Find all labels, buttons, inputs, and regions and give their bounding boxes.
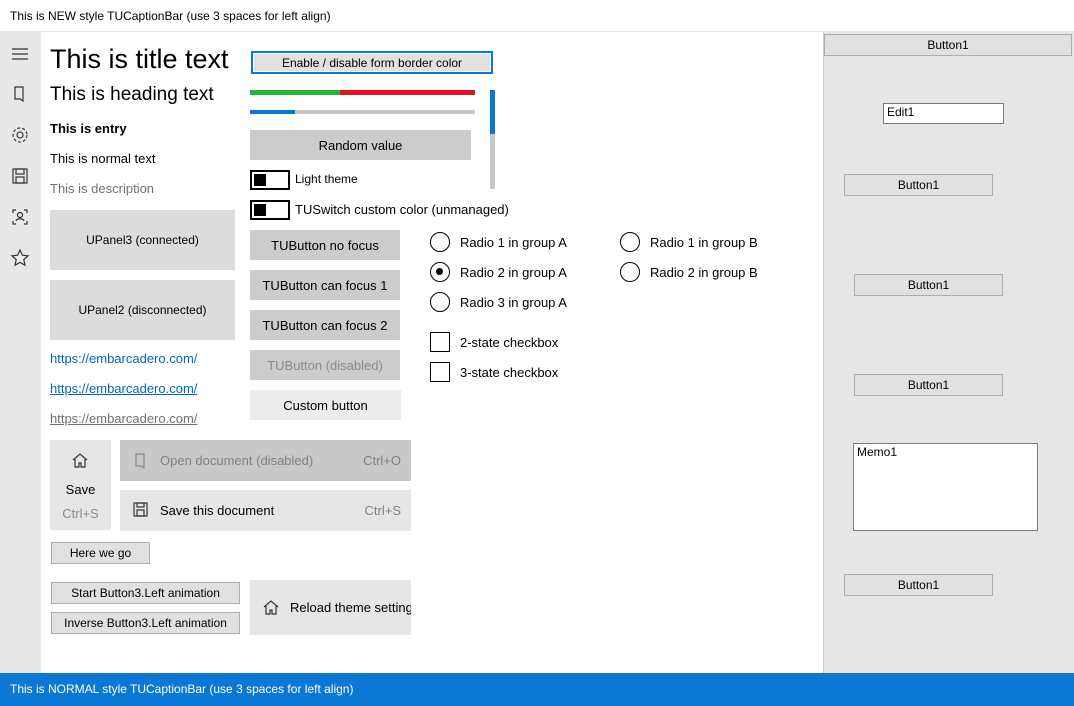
caption-bar-top[interactable]: This is NEW style TUCaptionBar (use 3 sp… [0, 0, 1074, 32]
radio-3-group-a-label: Radio 3 in group A [460, 295, 567, 310]
star-icon[interactable] [10, 248, 30, 268]
radio-3-group-a[interactable] [430, 292, 450, 312]
hamburger-icon[interactable] [10, 44, 30, 64]
link-hover[interactable]: https://embarcadero.com/ [50, 381, 197, 396]
custom-button-label: Custom button [283, 397, 368, 413]
normal-text: This is normal text [50, 151, 156, 166]
radio-1-group-b-label: Radio 1 in group B [650, 235, 758, 250]
right-button-2[interactable]: Button1 [854, 274, 1003, 296]
reload-theme-label: Reload theme setting [290, 600, 411, 615]
tubutton-disabled[interactable]: TUButton (disabled) [250, 350, 400, 380]
here-we-go-button[interactable]: Here we go [51, 542, 150, 564]
tubutton-disabled-label: TUButton (disabled) [267, 357, 383, 373]
custom-color-switch-label: TUSwitch custom color (unmanaged) [295, 202, 509, 217]
start-animation-label: Start Button3.Left animation [71, 586, 220, 600]
edit1-value: Edit1 [887, 105, 915, 119]
right-button-2-label: Button1 [907, 278, 950, 292]
radio-2-group-a-label: Radio 2 in group A [460, 265, 567, 280]
radio-2-group-b[interactable] [620, 262, 640, 282]
memo1-textarea[interactable]: Memo1 [853, 443, 1038, 531]
tubutton-can-focus-2[interactable]: TUButton can focus 2 [250, 310, 400, 340]
checkbox-2-state[interactable] [430, 332, 450, 352]
radio-2-group-a[interactable] [430, 262, 450, 282]
tubutton-can-focus-1[interactable]: TUButton can focus 1 [250, 270, 400, 300]
home-icon [262, 599, 280, 617]
radio-2-group-b-label: Radio 2 in group B [650, 265, 758, 280]
description-text: This is description [50, 181, 155, 196]
document-icon[interactable] [10, 84, 30, 104]
upanel2: UPanel2 (disconnected) [50, 280, 235, 340]
save-tile-shortcut: Ctrl+S [62, 506, 99, 521]
title-text: This is title text [50, 44, 229, 74]
upanel3: UPanel3 (connected) [50, 210, 235, 270]
progress-bar-1 [250, 90, 475, 95]
entry-text: This is entry [50, 121, 127, 136]
custom-button[interactable]: Custom button [250, 390, 401, 420]
radio-1-group-a-label: Radio 1 in group A [460, 235, 567, 250]
save-tile-label: Save [65, 482, 96, 497]
open-document-button[interactable]: Open document (disabled) Ctrl+O [120, 440, 411, 481]
caption-bar-bottom[interactable]: This is NORMAL style TUCaptionBar (use 3… [0, 673, 1074, 706]
save-icon[interactable] [10, 166, 30, 186]
link-disabled[interactable]: https://embarcadero.com/ [50, 411, 197, 426]
document-icon [132, 452, 150, 470]
upanel2-label: UPanel2 (disconnected) [78, 303, 207, 317]
inverse-animation-label: Inverse Button3.Left animation [64, 616, 227, 630]
radio-1-group-a[interactable] [430, 232, 450, 252]
right-top-button[interactable]: Button1 [824, 34, 1072, 56]
reload-theme-button[interactable]: Reload theme setting [250, 580, 411, 635]
right-button-1[interactable]: Button1 [844, 174, 993, 196]
open-document-label: Open document (disabled) [160, 453, 314, 468]
save-tile-button[interactable]: Save Ctrl+S [50, 440, 111, 530]
tubutton-can-focus-1-label: TUButton can focus 1 [262, 277, 388, 293]
here-we-go-label: Here we go [69, 546, 132, 560]
progress-bar-2-fill [250, 110, 295, 114]
link-normal[interactable]: https://embarcadero.com/ [50, 351, 197, 366]
right-button-4[interactable]: Button1 [844, 574, 993, 596]
home-icon [71, 452, 89, 470]
light-theme-switch[interactable] [250, 170, 290, 190]
person-frame-icon[interactable] [10, 207, 30, 227]
gear-icon[interactable] [10, 125, 30, 145]
edit1-input[interactable]: Edit1 [883, 103, 1004, 124]
radio-selected-dot [436, 268, 443, 275]
checkbox-3-state-label: 3-state checkbox [460, 365, 559, 380]
tubutton-no-focus-label: TUButton no focus [271, 237, 379, 253]
right-button-1-label: Button1 [897, 178, 940, 192]
form-border-color-button[interactable]: Enable / disable form border color [251, 51, 493, 74]
memo1-value: Memo1 [857, 445, 898, 459]
save-document-label: Save this document [160, 503, 275, 518]
random-value-button-label: Random value [318, 137, 403, 153]
progress-bar-2 [250, 110, 475, 114]
radio-1-group-b[interactable] [620, 232, 640, 252]
right-button-3-label: Button1 [907, 378, 950, 392]
save-document-button[interactable]: Save this document Ctrl+S [120, 490, 411, 531]
tubutton-can-focus-2-label: TUButton can focus 2 [262, 317, 388, 333]
right-button-4-label: Button1 [897, 578, 940, 592]
right-top-button-label: Button1 [927, 38, 969, 52]
inverse-animation-button[interactable]: Inverse Button3.Left animation [51, 612, 240, 634]
save-icon [132, 501, 150, 519]
tubutton-no-focus[interactable]: TUButton no focus [250, 230, 400, 260]
start-animation-button[interactable]: Start Button3.Left animation [51, 582, 240, 604]
checkbox-3-state[interactable] [430, 362, 450, 382]
light-theme-label: Light theme [295, 172, 358, 186]
vertical-scrollbar[interactable] [490, 90, 495, 189]
form-border-color-button-label: Enable / disable form border color [281, 55, 463, 70]
right-button-3[interactable]: Button1 [854, 374, 1003, 396]
custom-color-switch[interactable] [250, 200, 290, 220]
random-value-button[interactable]: Random value [250, 130, 471, 160]
vertical-scrollbar-thumb[interactable] [490, 90, 495, 134]
progress-bar-1-fill [250, 90, 340, 95]
save-document-shortcut: Ctrl+S [364, 503, 401, 518]
open-document-shortcut: Ctrl+O [363, 453, 401, 468]
checkbox-2-state-label: 2-state checkbox [460, 335, 559, 350]
sidebar [0, 32, 41, 673]
heading-text: This is heading text [50, 84, 214, 105]
upanel3-label: UPanel3 (connected) [86, 233, 199, 247]
